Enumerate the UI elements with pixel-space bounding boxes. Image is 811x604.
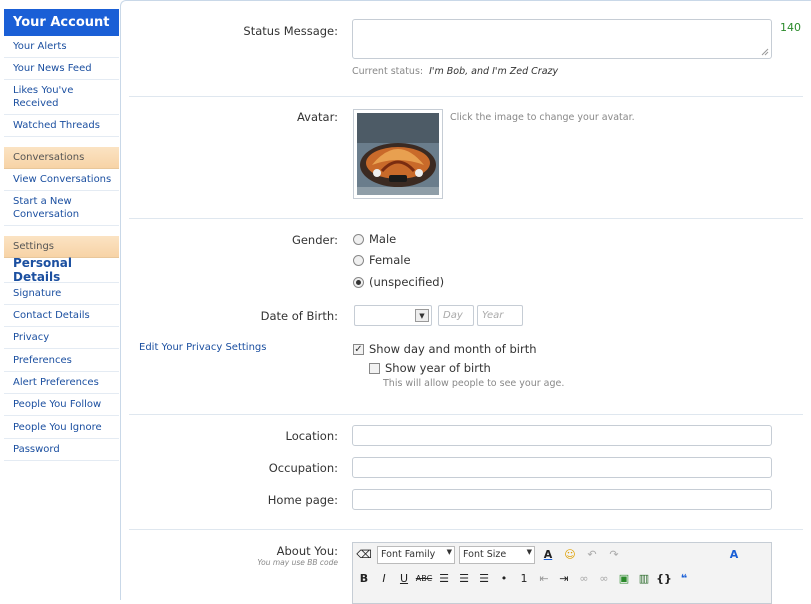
personal-details-form: Status Message: 140 Current status: I'm …	[120, 0, 811, 604]
sidebar-item-news-feed[interactable]: Your News Feed	[4, 58, 119, 80]
sidebar-item-view-conversations[interactable]: View Conversations	[4, 169, 119, 191]
status-char-counter: 140	[780, 21, 801, 34]
redo-icon[interactable]: ↷	[605, 546, 623, 564]
outdent-icon[interactable]: ⇤	[535, 570, 553, 588]
year-hint: This will allow people to see your age.	[383, 378, 565, 389]
divider	[129, 529, 803, 530]
divider	[129, 414, 803, 415]
occupation-label: Occupation:	[268, 461, 338, 475]
remove-format-icon[interactable]: A	[725, 546, 743, 564]
account-sidebar: Your Account Your Alerts Your News Feed …	[0, 0, 120, 600]
sidebar-header: Your Account	[4, 9, 119, 36]
media-icon[interactable]: ▥	[635, 570, 653, 588]
gender-unspecified-label: (unspecified)	[369, 275, 445, 289]
homepage-input[interactable]	[352, 489, 772, 510]
smiley-icon[interactable]: ☺	[561, 546, 579, 564]
sidebar-item-start-conversation[interactable]: Start a New Conversation	[4, 191, 119, 226]
gender-female-radio[interactable]: Female	[353, 253, 411, 267]
avatar-hint: Click the image to change your avatar.	[450, 112, 635, 123]
image-icon[interactable]: ▣	[615, 570, 633, 588]
occupation-input[interactable]	[352, 457, 772, 478]
font-family-value: Font Family	[381, 549, 436, 560]
checkbox-checked[interactable]: ✓	[353, 343, 364, 355]
chevron-down-icon[interactable]: ▼	[415, 309, 429, 322]
checkbox[interactable]	[369, 362, 380, 374]
bold-icon[interactable]: B	[355, 570, 373, 588]
about-editor[interactable]: ⌫ Font Family ▼ Font Size ▼ A ☺ ↶ ↷ A B I …	[352, 542, 772, 604]
resize-handle-icon[interactable]	[761, 48, 769, 56]
numbered-list-icon[interactable]: 1	[515, 570, 533, 588]
text-color-icon[interactable]: A	[539, 546, 557, 564]
link-icon[interactable]: ∞	[575, 570, 593, 588]
sidebar-item-contact-details[interactable]: Contact Details	[4, 305, 119, 327]
code-icon[interactable]: {}	[655, 570, 673, 588]
italic-icon[interactable]: I	[375, 570, 393, 588]
show-year-option[interactable]: Show year of birth	[369, 361, 491, 375]
underline-icon[interactable]: U	[395, 570, 413, 588]
align-right-icon[interactable]: ☰	[475, 570, 493, 588]
bullet-list-icon[interactable]: •	[495, 570, 513, 588]
dob-year-input[interactable]: Year	[477, 305, 523, 326]
gender-unspecified-radio[interactable]: (unspecified)	[353, 275, 444, 289]
sidebar-item-personal-details[interactable]: Personal Details	[4, 256, 119, 284]
about-label: About You:	[276, 544, 338, 558]
align-left-icon[interactable]: ☰	[435, 570, 453, 588]
sidebar-item-privacy[interactable]: Privacy	[4, 327, 119, 349]
divider	[129, 96, 803, 97]
indent-icon[interactable]: ⇥	[555, 570, 573, 588]
font-size-select[interactable]: Font Size ▼	[459, 546, 535, 564]
sidebar-item-password[interactable]: Password	[4, 439, 119, 461]
current-status-value: I'm Bob, and I'm Zed Crazy	[429, 66, 559, 77]
homepage-label: Home page:	[267, 493, 338, 507]
about-bbcode-hint: You may use BB code	[257, 558, 338, 567]
show-year-label: Show year of birth	[385, 361, 491, 375]
gender-male-label: Male	[369, 232, 397, 246]
avatar-car-image	[357, 113, 439, 195]
gender-male-radio[interactable]: Male	[353, 232, 396, 246]
sidebar-item-people-you-follow[interactable]: People You Follow	[4, 394, 119, 416]
font-size-value: Font Size	[463, 549, 507, 560]
align-center-icon[interactable]: ☰	[455, 570, 473, 588]
unlink-icon[interactable]: ∞	[595, 570, 613, 588]
sidebar-item-watched-threads[interactable]: Watched Threads	[4, 115, 119, 137]
gender-female-label: Female	[369, 253, 411, 267]
avatar-label: Avatar:	[296, 110, 338, 124]
status-message-input[interactable]	[352, 19, 772, 59]
location-input[interactable]	[352, 425, 772, 446]
font-family-select[interactable]: Font Family ▼	[377, 546, 455, 564]
sidebar-item-signature[interactable]: Signature	[4, 283, 119, 305]
quote-icon[interactable]: ❝	[675, 570, 693, 588]
dob-day-input[interactable]: Day	[438, 305, 474, 326]
sidebar-item-preferences[interactable]: Preferences	[4, 349, 119, 372]
sidebar-section-settings: Settings	[4, 236, 119, 258]
edit-privacy-link[interactable]: Edit Your Privacy Settings	[139, 342, 266, 353]
chevron-down-icon: ▼	[446, 548, 452, 556]
chevron-down-icon: ▼	[526, 548, 532, 556]
sidebar-item-alert-preferences[interactable]: Alert Preferences	[4, 372, 119, 394]
avatar-image[interactable]	[353, 109, 443, 199]
sidebar-section-conversations: Conversations	[4, 147, 119, 169]
radio-button[interactable]	[353, 233, 364, 245]
show-day-month-label: Show day and month of birth	[369, 342, 537, 356]
radio-button[interactable]	[353, 254, 364, 266]
gender-label: Gender:	[291, 233, 338, 247]
show-day-month-option[interactable]: ✓ Show day and month of birth	[353, 342, 537, 356]
sidebar-item-likes[interactable]: Likes You've Received	[4, 80, 119, 115]
editor-toolbar-row-1: ⌫ Font Family ▼ Font Size ▼ A ☺ ↶ ↷ A	[355, 546, 743, 564]
editor-toolbar-row-2: B I U ABC ☰ ☰ ☰ • 1 ⇤ ⇥ ∞ ∞ ▣ ▥ {} ❝	[355, 570, 693, 588]
current-status-label: Current status:	[352, 66, 424, 77]
dob-label: Date of Birth:	[260, 309, 338, 323]
radio-button-selected[interactable]	[353, 276, 364, 288]
status-message-label: Status Message:	[243, 24, 338, 38]
undo-icon[interactable]: ↶	[583, 546, 601, 564]
current-status: Current status: I'm Bob, and I'm Zed Cra…	[352, 66, 558, 77]
location-label: Location:	[285, 429, 338, 443]
dob-month-select[interactable]: ▼	[354, 305, 432, 326]
divider	[129, 218, 803, 219]
sidebar-item-alerts[interactable]: Your Alerts	[4, 36, 119, 58]
strikethrough-icon[interactable]: ABC	[415, 570, 433, 588]
sidebar-item-people-you-ignore[interactable]: People You Ignore	[4, 416, 119, 439]
eraser-icon[interactable]: ⌫	[355, 546, 373, 564]
